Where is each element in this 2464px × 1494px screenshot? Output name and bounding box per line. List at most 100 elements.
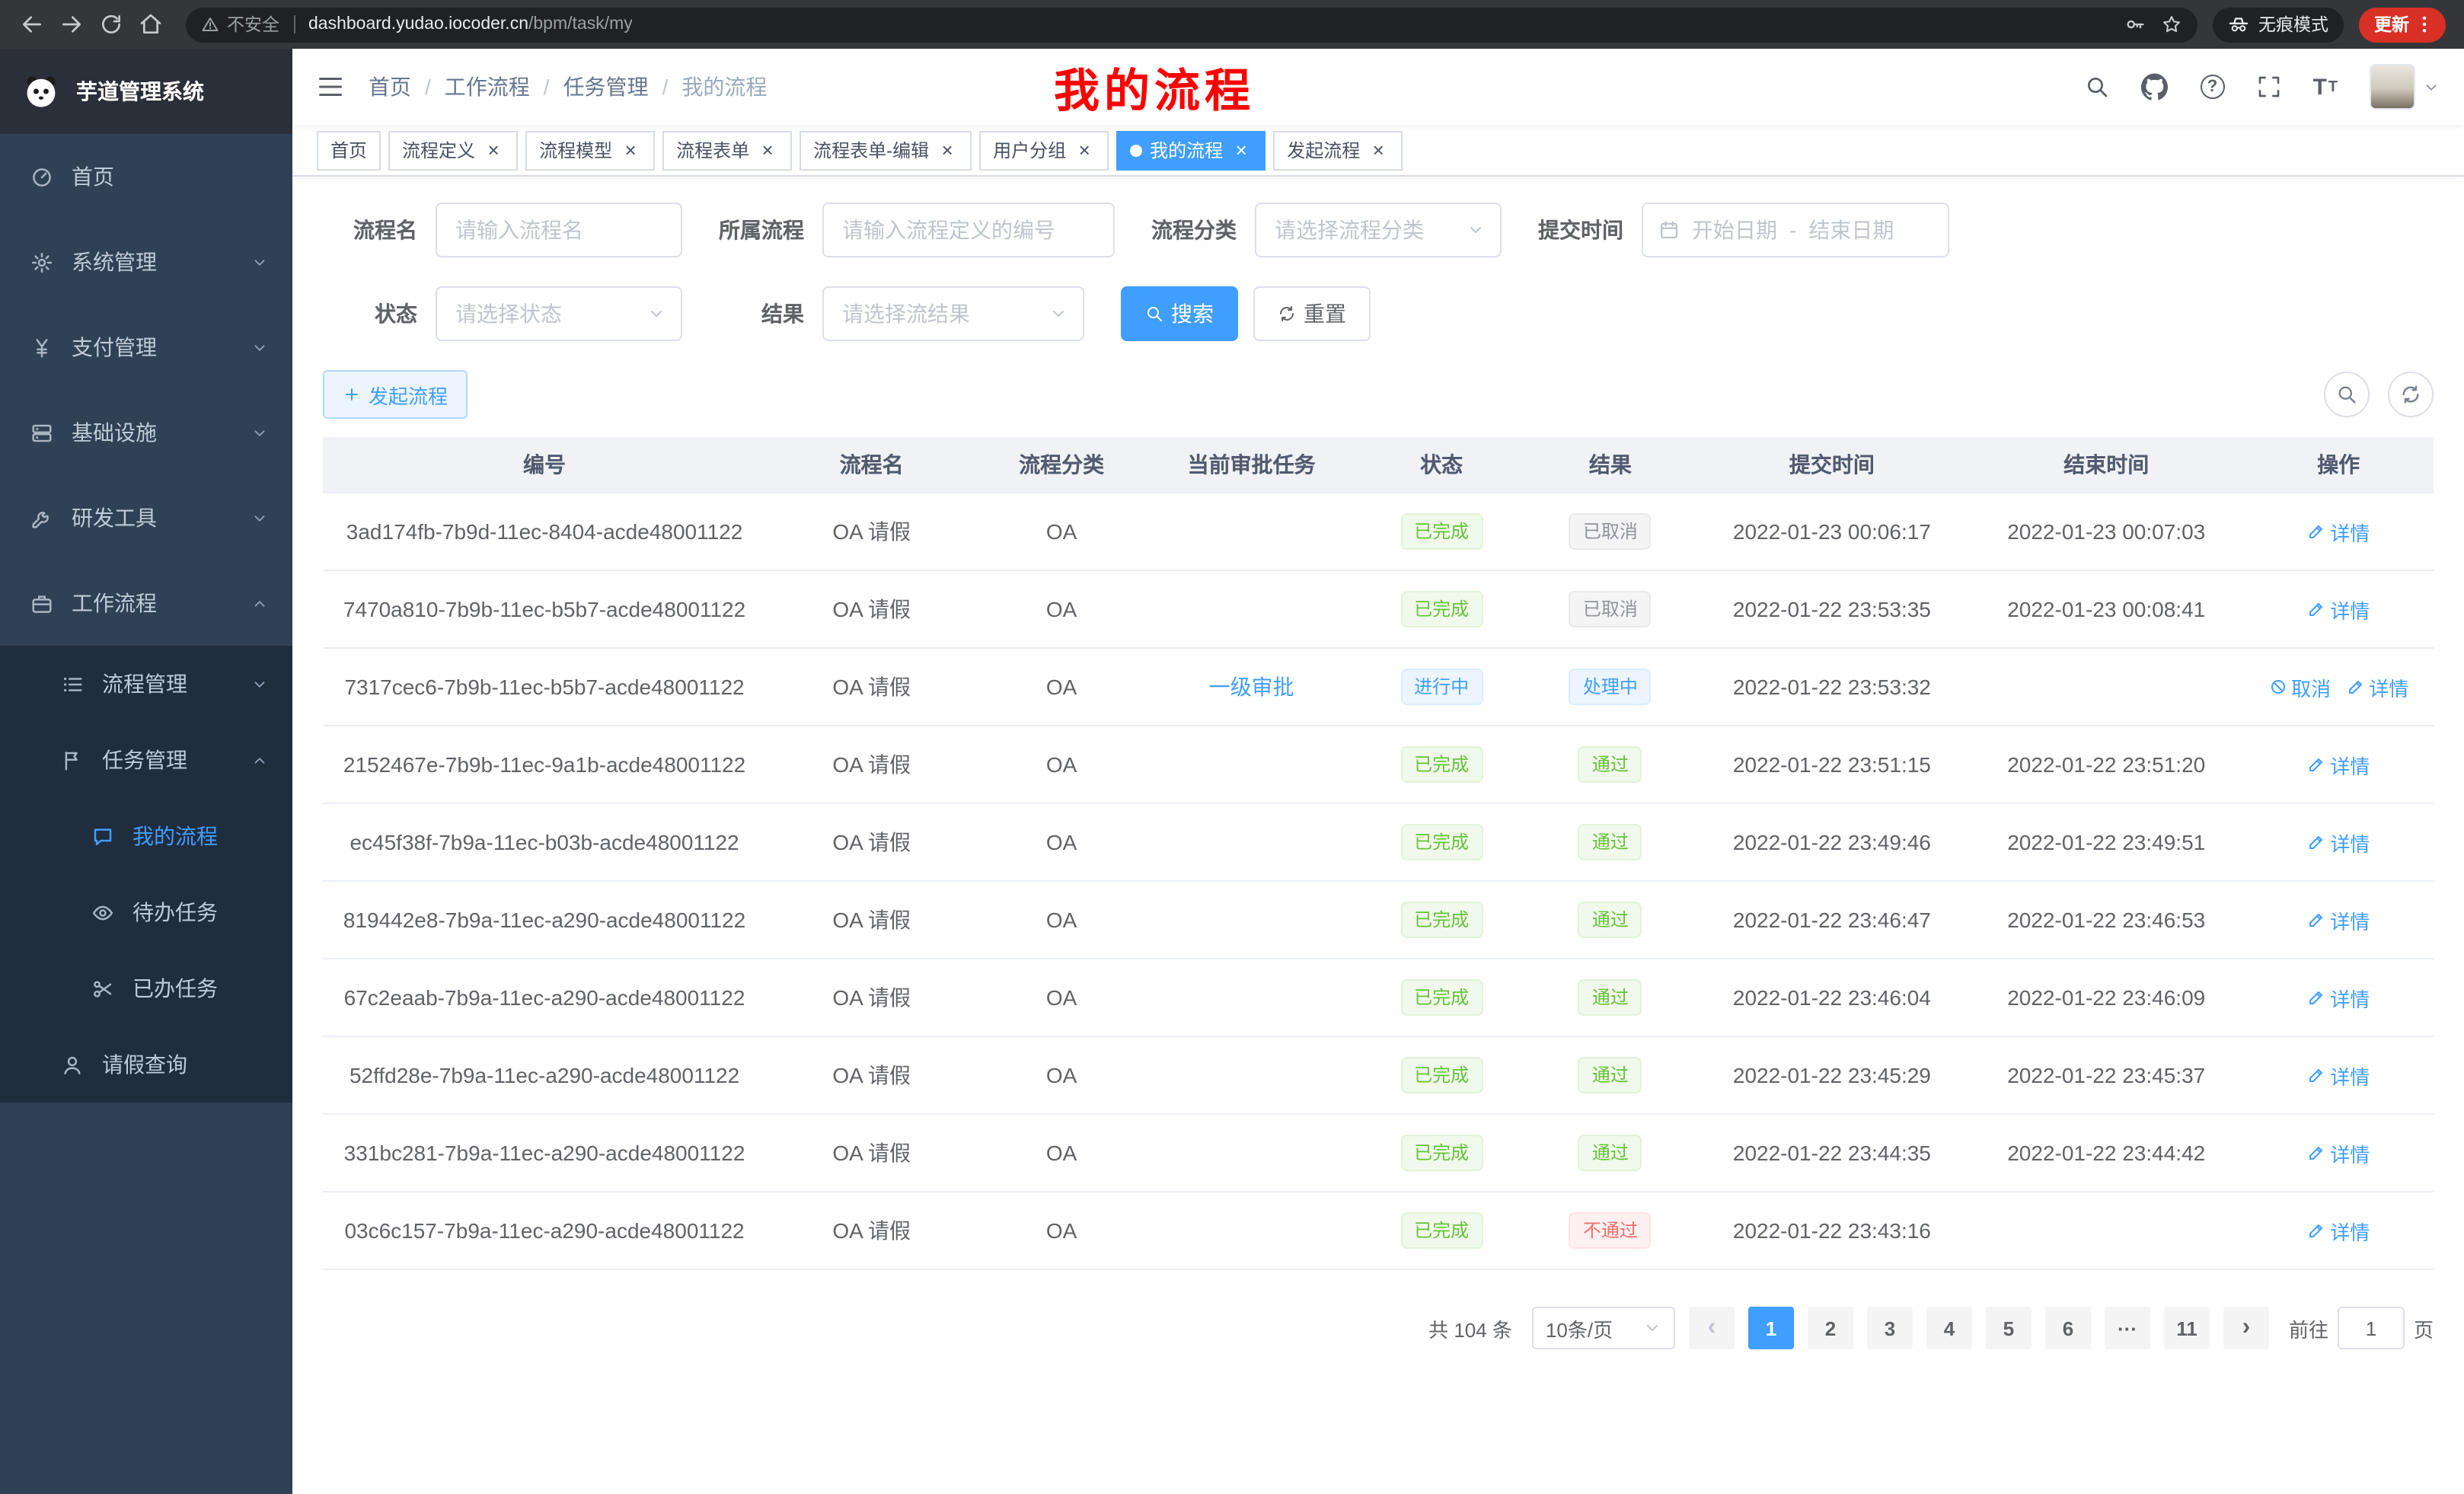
cell-id: 2152467e-7b9b-11ec-9a1b-acde48001122	[323, 726, 766, 803]
cell-actions: 详情	[2243, 1192, 2434, 1269]
page-button-1[interactable]: 1	[1748, 1307, 1794, 1349]
password-key-icon[interactable]	[2124, 14, 2146, 35]
update-button[interactable]: 更新	[2359, 7, 2446, 42]
toggle-search-button[interactable]	[2324, 372, 2370, 417]
address-bar[interactable]: 不安全 dashboard.yudao.iocoder.cn/bpm/task/…	[186, 7, 2197, 42]
tab-process-form[interactable]: 流程表单×	[662, 130, 792, 170]
detail-link[interactable]: 详情	[2307, 595, 2370, 624]
status-select[interactable]: 请选择状态	[436, 286, 682, 341]
github-icon[interactable]	[2140, 73, 2168, 101]
sidebar-item-leave-query[interactable]: 请假查询	[0, 1026, 292, 1103]
cell-category: OA	[977, 881, 1146, 959]
result-tag: 通过	[1578, 746, 1642, 783]
search-button[interactable]: 搜索	[1121, 286, 1238, 341]
prev-page-button[interactable]: ‹	[1689, 1307, 1735, 1349]
submit-time-range-picker[interactable]: 开始日期 - 结束日期	[1642, 203, 1949, 257]
tab-process-form-edit[interactable]: 流程表单-编辑×	[800, 130, 972, 170]
app-logo[interactable]: 芋道管理系统	[0, 49, 292, 134]
page-button-6[interactable]: 6	[2045, 1307, 2091, 1349]
sidebar-item-payment[interactable]: 支付管理	[0, 305, 292, 390]
close-icon[interactable]: ×	[1074, 139, 1095, 161]
breadcrumb-item[interactable]: 工作流程	[445, 72, 530, 102]
filter-label-result: 结果	[719, 298, 804, 329]
goto-page-input[interactable]	[2338, 1307, 2405, 1349]
detail-link[interactable]: 详情	[2307, 828, 2370, 857]
page-button-3[interactable]: 3	[1867, 1307, 1913, 1349]
reload-icon[interactable]	[91, 5, 131, 44]
cancel-link[interactable]: 取消	[2268, 672, 2331, 701]
sidebar-item-done-tasks[interactable]: 已办任务	[0, 950, 292, 1026]
next-page-button[interactable]: ›	[2223, 1307, 2269, 1349]
sidebar-item-devtools[interactable]: 研发工具	[0, 475, 292, 560]
page-button-5[interactable]: 5	[1986, 1307, 2032, 1349]
search-icon[interactable]	[2084, 75, 2108, 99]
sidebar-item-process-management[interactable]: 流程管理	[0, 646, 292, 722]
chevron-down-icon	[251, 254, 268, 270]
sidebar-item-my-process[interactable]: 我的流程	[0, 798, 292, 874]
calendar-icon	[1658, 219, 1680, 241]
tab-process-model[interactable]: 流程模型×	[525, 130, 655, 170]
start-process-button[interactable]: 发起流程	[323, 370, 468, 419]
detail-link[interactable]: 详情	[2307, 1138, 2370, 1167]
hamburger-icon[interactable]	[317, 73, 344, 101]
sidebar-item-todo-tasks[interactable]: 待办任务	[0, 874, 292, 950]
page-button-4[interactable]: 4	[1926, 1307, 1972, 1349]
col-end-time: 结束时间	[1969, 437, 2243, 493]
category-select[interactable]: 请选择流程分类	[1255, 203, 1502, 257]
cell-end-time: 2022-01-23 00:08:41	[1969, 570, 2243, 648]
help-icon[interactable]: ?	[2200, 75, 2224, 99]
page-root: 不安全 dashboard.yudao.iocoder.cn/bpm/task/…	[0, 0, 2464, 1494]
close-icon[interactable]: ×	[937, 139, 958, 161]
sidebar-item-task-management[interactable]: 任务管理	[0, 722, 292, 798]
detail-link[interactable]: 详情	[2307, 905, 2370, 934]
sidebar-item-workflow[interactable]: 工作流程	[0, 560, 292, 646]
tab-process-definition[interactable]: 流程定义×	[388, 130, 518, 170]
breadcrumb-item[interactable]: 任务管理	[563, 72, 649, 102]
close-icon[interactable]: ×	[1230, 139, 1252, 161]
more-pages-button[interactable]: ···	[2105, 1307, 2150, 1349]
process-name-input[interactable]	[436, 203, 682, 257]
detail-link[interactable]: 详情	[2307, 1216, 2370, 1245]
detail-link[interactable]: 详情	[2307, 1061, 2370, 1090]
close-icon[interactable]: ×	[620, 139, 641, 161]
sidebar-item-infrastructure[interactable]: 基础设施	[0, 390, 292, 475]
result-select[interactable]: 请选择流结果	[822, 286, 1084, 341]
chevron-up-icon	[251, 752, 268, 768]
page-button-2[interactable]: 2	[1808, 1307, 1853, 1349]
cell-id: 03c6c157-7b9a-11ec-a290-acde48001122	[323, 1192, 766, 1269]
page-button-11[interactable]: 11	[2164, 1307, 2210, 1349]
sidebar-item-system[interactable]: 系统管理	[0, 219, 292, 305]
back-icon[interactable]	[12, 5, 52, 44]
tab-my-process[interactable]: 我的流程×	[1116, 130, 1266, 170]
detail-link[interactable]: 详情	[2307, 983, 2370, 1012]
chevron-up-icon	[251, 595, 268, 611]
cancel-icon	[2268, 678, 2287, 696]
avatar[interactable]	[2370, 64, 2415, 110]
cell-result: 不通过	[1526, 1192, 1695, 1269]
home-icon[interactable]	[131, 5, 171, 44]
kebab-menu-icon[interactable]	[2414, 14, 2435, 35]
detail-link[interactable]: 详情	[2307, 517, 2370, 546]
tab-user-group[interactable]: 用户分组×	[979, 130, 1109, 170]
tab-start-process[interactable]: 发起流程×	[1273, 130, 1403, 170]
font-size-icon[interactable]: TT	[2312, 74, 2338, 100]
forward-icon[interactable]	[52, 5, 91, 44]
close-icon[interactable]: ×	[483, 139, 504, 161]
current-task-link[interactable]: 一级审批	[1209, 675, 1294, 699]
detail-link[interactable]: 详情	[2346, 672, 2408, 701]
sidebar-item-home[interactable]: 首页	[0, 134, 292, 219]
refresh-table-button[interactable]	[2388, 372, 2434, 417]
user-avatar[interactable]	[2370, 64, 2440, 110]
detail-link[interactable]: 详情	[2307, 750, 2370, 779]
process-id-input[interactable]	[822, 203, 1115, 257]
fullscreen-icon[interactable]	[2256, 75, 2280, 99]
page-size-select[interactable]: 10条/页	[1532, 1307, 1675, 1349]
security-indicator[interactable]: 不安全	[201, 12, 279, 37]
close-icon[interactable]: ×	[757, 139, 778, 161]
breadcrumb-item[interactable]: 首页	[369, 72, 411, 102]
close-icon[interactable]: ×	[1368, 139, 1389, 161]
reset-button[interactable]: 重置	[1253, 286, 1371, 341]
bookmark-star-icon[interactable]	[2161, 14, 2182, 35]
cell-actions: 取消详情	[2243, 648, 2434, 726]
tab-home[interactable]: 首页	[317, 130, 381, 170]
